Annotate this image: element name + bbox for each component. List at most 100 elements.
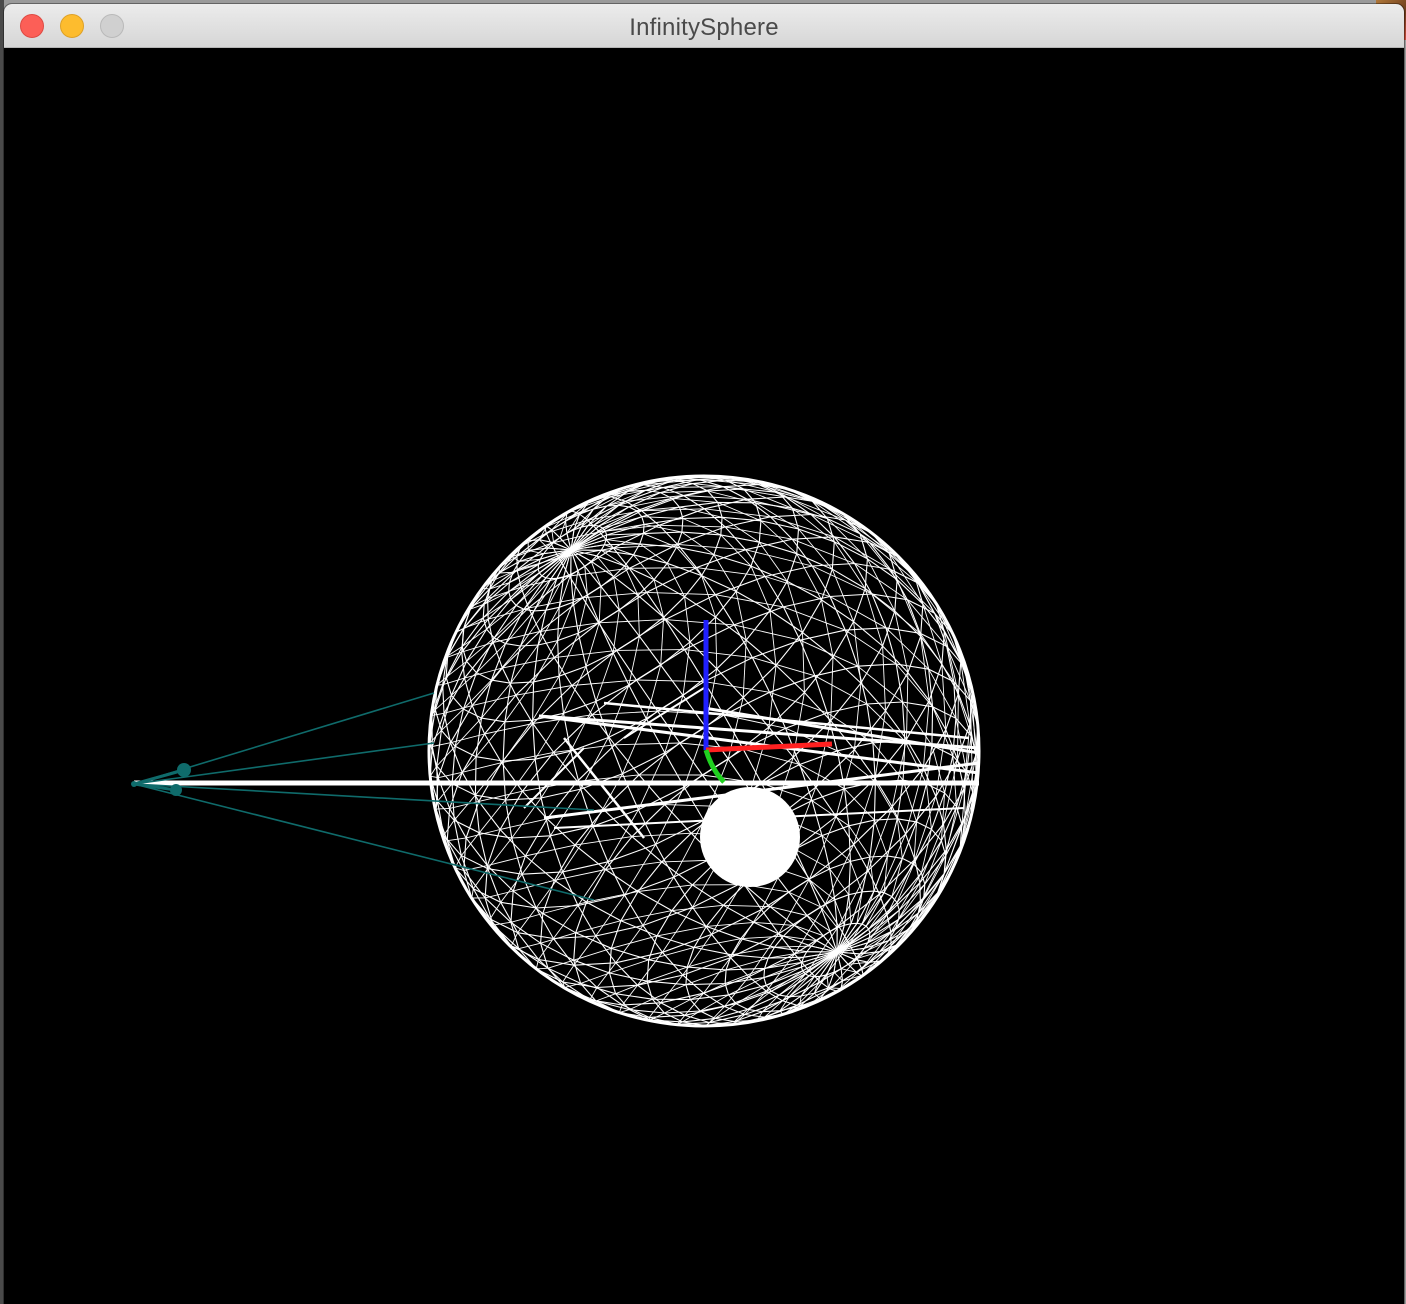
sphere-diagonal-line (615, 980, 648, 995)
sphere-diagonal-line (821, 599, 834, 657)
sphere-diagonal-line (636, 679, 705, 683)
sphere-diagonal-line (493, 631, 540, 643)
sphere-diagonal-line (743, 748, 800, 765)
sphere-diagonal-line (652, 984, 687, 1000)
sphere-diagonal-line (656, 925, 707, 937)
sphere-latitude-line (434, 477, 800, 762)
sphere-diagonal-line (535, 871, 564, 909)
scene-canvas[interactable] (4, 48, 1404, 1304)
sphere-diagonal-line (437, 783, 453, 802)
sphere-longitude-line (570, 549, 864, 977)
sphere-diagonal-line (731, 946, 775, 956)
sphere-diagonal-line (906, 599, 948, 647)
sphere-diagonal-line (605, 861, 662, 870)
sphere-longitude-line (570, 549, 947, 953)
sphere-diagonal-line (830, 656, 834, 721)
sphere-diagonal-line (665, 619, 735, 626)
sphere-diagonal-line (659, 524, 726, 528)
frustum-node (170, 784, 182, 796)
sphere-diagonal-line (571, 679, 637, 686)
sphere-diagonal-line (701, 575, 716, 618)
sphere-longitude-line (544, 525, 838, 953)
sphere-diagonal-line (829, 596, 887, 629)
sphere-diagonal-line (906, 672, 909, 740)
sphere-diagonal-line (696, 567, 766, 577)
sphere-diagonal-line (748, 933, 780, 977)
sphere-diagonal-line (453, 794, 476, 821)
sphere-diagonal-line (586, 891, 639, 903)
sphere-diagonal-line (684, 596, 691, 643)
sphere-diagonal-line (585, 622, 600, 667)
sphere-longitude-line (431, 549, 838, 971)
axis-x (705, 741, 833, 753)
sphere-diagonal-line (914, 576, 945, 632)
sphere-diagonal-line (715, 617, 718, 669)
sphere-diagonal-line (595, 894, 625, 937)
sphere-diagonal-line (769, 610, 777, 666)
sphere-diagonal-line (532, 675, 560, 721)
sphere-diagonal-line (595, 993, 616, 1002)
axis-gizmo (703, 620, 833, 784)
sphere-diagonal-line (857, 665, 903, 703)
sphere-diagonal-line (431, 712, 445, 716)
sphere-diagonal-line (501, 751, 554, 764)
sphere-diagonal-line (828, 987, 842, 989)
sphere-diagonal-line (641, 516, 683, 519)
sphere-diagonal-line (537, 607, 560, 646)
sphere-diagonal-line (843, 514, 890, 554)
app-window: InfinitySphere (4, 4, 1404, 1304)
sphere-diagonal-line (945, 806, 958, 856)
sphere-diagonal-line (614, 742, 680, 746)
sphere-diagonal-line (500, 818, 548, 830)
window-title: InfinitySphere (629, 14, 779, 41)
frustum-edge (133, 783, 595, 901)
sphere-diagonal-line (633, 554, 655, 580)
sphere-diagonal-line (655, 786, 685, 845)
solid-sphere (700, 787, 800, 887)
sphere-diagonal-line (435, 807, 450, 810)
sphere-diagonal-line (829, 868, 850, 895)
sphere-diagonal-line (848, 894, 852, 924)
sphere-diagonal-line (660, 617, 665, 666)
sphere-diagonal-line (694, 938, 741, 948)
sphere-diagonal-line (450, 733, 485, 744)
sphere-diagonal-line (891, 858, 903, 897)
sphere-diagonal-line (867, 558, 896, 612)
sphere-diagonal-line (671, 497, 718, 503)
sphere-diagonal-line (869, 856, 875, 892)
sphere-diagonal-line (673, 820, 705, 878)
sphere-diagonal-line (684, 649, 753, 659)
sphere-diagonal-line (598, 619, 666, 624)
sphere-diagonal-line (833, 541, 866, 589)
sphere-diagonal-line (616, 649, 685, 651)
sphere-longitude-line (570, 484, 851, 953)
scene-line (563, 737, 645, 839)
sphere-diagonal-line (534, 713, 564, 760)
sphere-diagonal-line (511, 797, 542, 839)
sphere-diagonal-line (629, 567, 697, 569)
sphere-diagonal-line (575, 920, 622, 934)
sphere-diagonal-line (706, 921, 754, 927)
frustum-edge (133, 742, 435, 785)
sphere-diagonal-line (580, 972, 610, 984)
sphere-diagonal-line (812, 565, 873, 595)
sphere-diagonal-line (454, 717, 482, 747)
render-viewport[interactable] (4, 48, 1404, 1304)
sphere-diagonal-line (461, 628, 487, 647)
sphere-diagonal-line (432, 742, 451, 747)
sphere-diagonal-line (447, 837, 467, 842)
sphere-diagonal-line (486, 605, 517, 630)
sphere-diagonal-line (557, 602, 574, 641)
sphere-diagonal-line (935, 729, 947, 797)
sphere-diagonal-line (528, 597, 583, 609)
title-bar[interactable]: InfinitySphere (4, 4, 1404, 48)
sphere-diagonal-line (598, 586, 602, 623)
sphere-diagonal-line (607, 684, 630, 738)
sphere-longitude-line (461, 549, 838, 953)
sphere-diagonal-line (436, 745, 456, 767)
sphere-diagonal-line (628, 636, 640, 686)
sphere-diagonal-line (671, 904, 724, 912)
sphere-diagonal-line (808, 816, 837, 880)
sphere-diagonal-line (637, 595, 640, 637)
camera-frustum (131, 692, 595, 901)
